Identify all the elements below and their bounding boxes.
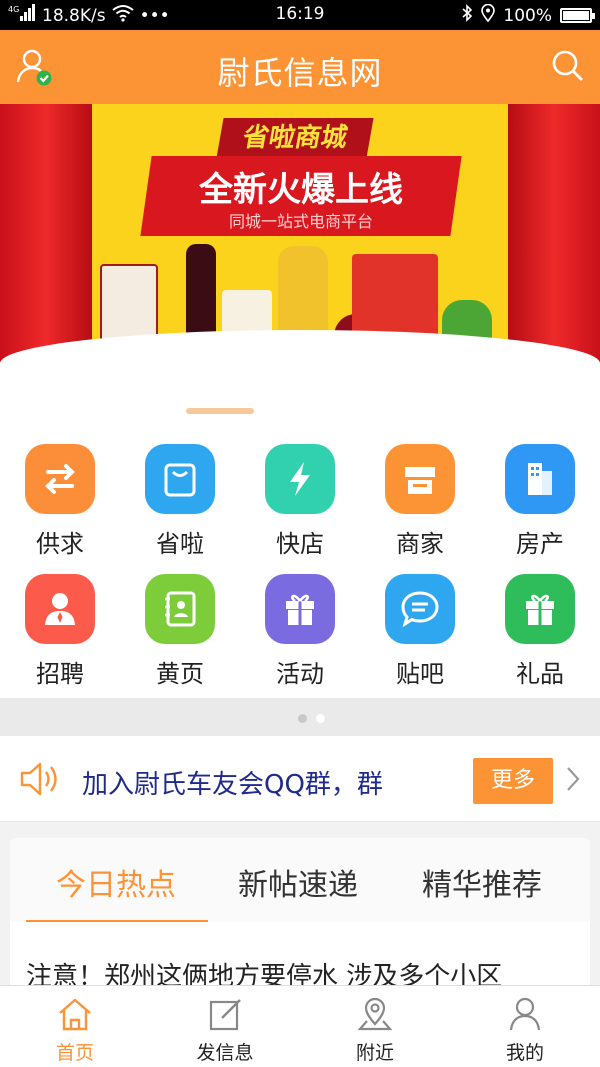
swap-arrows-icon (25, 444, 95, 514)
grid-label: 活动 (276, 660, 324, 688)
banner-brand: 省啦商城 (216, 118, 374, 158)
lightning-icon (265, 444, 335, 514)
chevron-right-icon[interactable] (563, 764, 583, 794)
shopping-bag-icon (145, 444, 215, 514)
grid-item-yellow-pages[interactable]: 黄页 (120, 552, 240, 688)
curtain-left (0, 104, 92, 380)
speaker-icon (18, 760, 62, 798)
grid-label: 贴吧 (396, 660, 444, 688)
banner-indicator (0, 380, 600, 422)
edit-icon (209, 999, 241, 1031)
grid-page-indicator (0, 698, 600, 736)
grid-label: 黄页 (156, 660, 204, 688)
chat-bubble-icon (385, 574, 455, 644)
bluetooth-icon (461, 4, 473, 27)
grid-label: 礼品 (516, 660, 564, 688)
building-icon (505, 444, 575, 514)
news-section: 今日热点 新帖速递 精华推荐 注意！郑州这俩地方要停水 涉及多个小区 (10, 838, 590, 988)
nav-label: 首页 (55, 1042, 94, 1064)
grid-item-events[interactable]: 活动 (240, 552, 360, 688)
home-icon (59, 998, 91, 1031)
app-title: 尉氏信息网 (217, 54, 383, 92)
grid-item-gifts[interactable]: 礼品 (480, 552, 600, 688)
grid-item-shengla[interactable]: 省啦 (120, 422, 240, 558)
grid-item-merchants[interactable]: 商家 (360, 422, 480, 558)
notice-text[interactable]: 加入尉氏车友会QQ群，群 (82, 764, 383, 801)
notice-bar: 加入尉氏车友会QQ群，群 更多 (0, 736, 600, 822)
page-dot-active (298, 714, 307, 723)
nav-home[interactable]: 首页 (0, 986, 150, 1067)
app-header: 尉氏信息网 (0, 30, 600, 104)
bottom-nav: 首页 发信息 附近 我的 (0, 985, 600, 1067)
gift-icon (505, 574, 575, 644)
location-icon (481, 3, 496, 27)
nav-label: 附近 (355, 1042, 394, 1064)
nav-label: 我的 (505, 1042, 544, 1064)
nav-post[interactable]: 发信息 (150, 986, 300, 1067)
grid-item-real-estate[interactable]: 房产 (480, 422, 600, 558)
active-tab-underline (26, 920, 208, 922)
tab-today-hot[interactable]: 今日热点 (26, 860, 206, 904)
more-button[interactable]: 更多 (473, 758, 553, 804)
battery-percent: 100% (503, 5, 552, 26)
grid-item-quick-shop[interactable]: 快店 (240, 422, 360, 558)
status-bar: 4G 18.8K/s ••• 16:19 100% (0, 0, 600, 30)
nav-me[interactable]: 我的 (450, 986, 600, 1067)
tab-featured[interactable]: 精华推荐 (392, 860, 572, 904)
grid-item-forum[interactable]: 贴吧 (360, 552, 480, 688)
grid-item-recruitment[interactable]: 招聘 (0, 552, 120, 688)
nav-label: 发信息 (196, 1042, 254, 1064)
nav-nearby[interactable]: 附近 (300, 986, 450, 1067)
news-tabs: 今日热点 新帖速递 精华推荐 (10, 838, 590, 922)
category-grid: 供求 省啦 快店 商家 房产 招聘 黄页 活动 贴吧 礼品 (0, 422, 600, 698)
person-tie-icon (25, 574, 95, 644)
tab-new-posts[interactable]: 新帖速递 (208, 860, 388, 904)
banner-subline: 同城一站式电商平台 (228, 212, 373, 231)
grid-label: 招聘 (36, 660, 84, 688)
battery-icon (560, 8, 595, 23)
curtain-right (508, 104, 600, 380)
contact-book-icon (145, 574, 215, 644)
user-icon (509, 997, 541, 1031)
search-icon[interactable] (550, 48, 586, 84)
news-headline[interactable]: 注意！郑州这俩地方要停水 涉及多个小区 (26, 956, 502, 988)
gift-box-icon (265, 574, 335, 644)
status-right: 100% (461, 3, 595, 27)
storefront-icon (385, 444, 455, 514)
banner-headline: 全新火爆上线 (199, 170, 403, 210)
banner-indicator-active (186, 408, 254, 414)
grid-item-supply-demand[interactable]: 供求 (0, 422, 120, 558)
promo-banner[interactable]: 省啦商城 全新火爆上线 同城一站式电商平台 (0, 104, 600, 380)
battery-fill (563, 11, 589, 20)
page-dot (316, 714, 325, 723)
location-pin-icon (357, 997, 393, 1031)
